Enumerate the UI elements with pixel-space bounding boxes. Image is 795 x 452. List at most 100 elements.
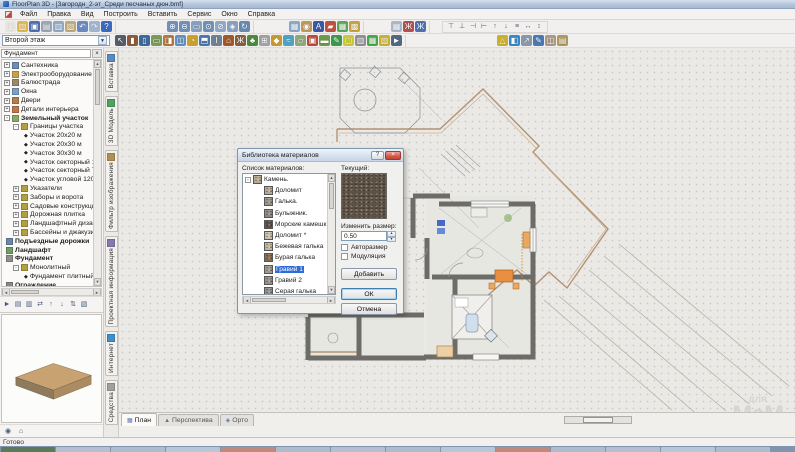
align-left-icon[interactable]: ⊣: [468, 22, 478, 32]
tree-expander[interactable]: +: [4, 71, 10, 77]
tree-item[interactable]: + Дорожная плитка: [2, 211, 98, 220]
taskbar-button[interactable]: [386, 447, 440, 452]
lp-open-icon[interactable]: ▤: [13, 300, 23, 310]
move-up-icon[interactable]: ↑: [490, 22, 500, 32]
vtab-image-filter[interactable]: Фильтр изображения: [105, 150, 118, 232]
tree-item[interactable]: ◆ Участок угловой 1200 кв.м: [2, 175, 98, 184]
help-icon[interactable]: ?: [101, 21, 112, 32]
tab-plan[interactable]: ▦ План: [121, 413, 157, 426]
undo-icon[interactable]: ↶: [77, 21, 88, 32]
beam-tool-icon[interactable]: I: [211, 35, 222, 46]
tree-expander[interactable]: +: [13, 203, 19, 209]
tree-expander[interactable]: +: [13, 221, 19, 227]
close-icon[interactable]: ×: [385, 151, 401, 160]
vtab-insert[interactable]: Вставка: [105, 51, 118, 92]
lp-sort-asc-icon[interactable]: ↑: [46, 300, 56, 310]
taskbar-button[interactable]: [166, 447, 220, 452]
menu-item[interactable]: Правка: [42, 10, 76, 19]
redo-icon[interactable]: ↷: [89, 21, 100, 32]
select-tool-icon[interactable]: ↖: [115, 35, 126, 46]
room-tool-icon[interactable]: ▭: [151, 35, 162, 46]
tree-item[interactable]: - Земельный участок: [2, 114, 98, 123]
menu-item[interactable]: Окно: [216, 10, 242, 19]
add-button[interactable]: Добавить: [341, 268, 397, 280]
menu-item[interactable]: Вставить: [143, 10, 183, 19]
vtab-tools[interactable]: Средства: [105, 380, 118, 425]
taskbar-button[interactable]: [111, 447, 165, 452]
material-list-vscrollbar[interactable]: ▲▼: [327, 174, 335, 294]
canvas-horizontal-scrollbar[interactable]: [564, 416, 632, 424]
material-list-item[interactable]: Серая галька: [243, 286, 327, 295]
path-tool-icon[interactable]: ▱: [295, 35, 306, 46]
tree-expander[interactable]: +: [13, 230, 19, 236]
autosize-checkbox[interactable]: Авторазмер: [341, 244, 399, 251]
menu-item[interactable]: Файл: [15, 10, 42, 19]
taskbar-button[interactable]: [221, 447, 275, 452]
size-spinner[interactable]: ▲▼: [387, 231, 396, 241]
material-list-item[interactable]: Бурая галька: [243, 252, 327, 263]
modulation-checkbox[interactable]: Модуляция: [341, 253, 399, 260]
chevron-down-icon[interactable]: ▼: [98, 36, 107, 45]
library-icon[interactable]: ▤: [557, 35, 568, 46]
tree-item[interactable]: + Ландшафтный дизайн: [2, 219, 98, 228]
size-input[interactable]: 0.50: [341, 231, 387, 241]
align-bottom-icon[interactable]: ⊥: [457, 22, 467, 32]
zoom-extents-icon[interactable]: ⊙: [203, 21, 214, 32]
vtab-3d-model[interactable]: 3D Модель: [105, 96, 118, 146]
menu-item[interactable]: Справка: [243, 10, 280, 19]
tree-expander[interactable]: +: [4, 98, 10, 104]
tree-item[interactable]: ◆ Участок секторный 700 кв.м: [2, 167, 98, 176]
water-tool-icon[interactable]: ≈: [283, 35, 294, 46]
menu-item[interactable]: Сервис: [182, 10, 216, 19]
tree-item[interactable]: Ландшафт: [2, 246, 98, 255]
refresh-icon[interactable]: ↻: [239, 21, 250, 32]
taskbar-button[interactable]: [496, 447, 550, 452]
tree-item[interactable]: Фундамент: [2, 255, 98, 264]
camera-icon[interactable]: ◉: [301, 21, 312, 32]
tree-expander[interactable]: +: [13, 194, 19, 200]
taskbar-button[interactable]: [276, 447, 330, 452]
marker-tool-icon[interactable]: ◆: [271, 35, 282, 46]
align-top-icon[interactable]: ⊤: [446, 22, 456, 32]
dialog-title-bar[interactable]: Библиотека материалов ? ×: [238, 149, 403, 162]
fill-icon[interactable]: ◧: [509, 35, 520, 46]
taskbar-button[interactable]: [56, 447, 110, 452]
zoom-select-icon[interactable]: ◈: [227, 21, 238, 32]
material-list-item[interactable]: Галька.: [243, 196, 327, 207]
lp-refresh-icon[interactable]: ►: [2, 300, 12, 310]
lp-sort-desc-icon[interactable]: ↓: [57, 300, 67, 310]
taskbar-button[interactable]: [716, 447, 770, 452]
edit-icon[interactable]: ✎: [533, 35, 544, 46]
materials-icon[interactable]: ▩: [349, 21, 360, 32]
center-h-icon[interactable]: ↔: [523, 22, 533, 32]
fly-mode-icon[interactable]: Ж: [415, 21, 426, 32]
zoom-window-icon[interactable]: ▭: [191, 21, 202, 32]
help-icon[interactable]: ?: [371, 151, 384, 160]
tree-item[interactable]: - Монолитный: [2, 263, 98, 272]
menu-item[interactable]: Вид: [76, 10, 99, 19]
tree-item[interactable]: ◆ Участок 20x30 м: [2, 140, 98, 149]
checkbox-icon[interactable]: [341, 253, 348, 260]
vtab-project-info[interactable]: Проектная информация: [105, 236, 118, 327]
pencil-tool-icon[interactable]: ✎: [331, 35, 342, 46]
material-list-item[interactable]: Гравий 2: [243, 275, 327, 286]
roof-tool-icon[interactable]: ⬒: [199, 35, 210, 46]
category-field[interactable]: Фундамент: [1, 49, 91, 58]
tree-expander[interactable]: -: [13, 124, 19, 130]
tree-item[interactable]: - Границы участка: [2, 123, 98, 132]
cabinet-tool-icon[interactable]: ▥: [355, 35, 366, 46]
close-icon[interactable]: ×: [92, 49, 102, 58]
taskbar-button[interactable]: [661, 447, 715, 452]
tree-expander[interactable]: +: [4, 62, 10, 68]
zoom-out-icon[interactable]: ⊖: [179, 21, 190, 32]
new-file-icon[interactable]: ▢: [5, 21, 16, 32]
walkthrough-icon[interactable]: ⌂: [16, 426, 26, 436]
tab-ortho[interactable]: ◈ Орто: [220, 414, 254, 426]
tree-horizontal-scrollbar[interactable]: ◄►: [1, 288, 102, 296]
tree-item[interactable]: ◆ Участок 20x20 м: [2, 131, 98, 140]
vtab-internet[interactable]: Интернет: [105, 331, 118, 376]
tree-expander[interactable]: +: [4, 80, 10, 86]
material-list-item[interactable]: Морские камешк.: [243, 219, 327, 230]
lp-newfolder-icon[interactable]: ▥: [24, 300, 34, 310]
tree-item[interactable]: + Балюстрада: [2, 79, 98, 88]
